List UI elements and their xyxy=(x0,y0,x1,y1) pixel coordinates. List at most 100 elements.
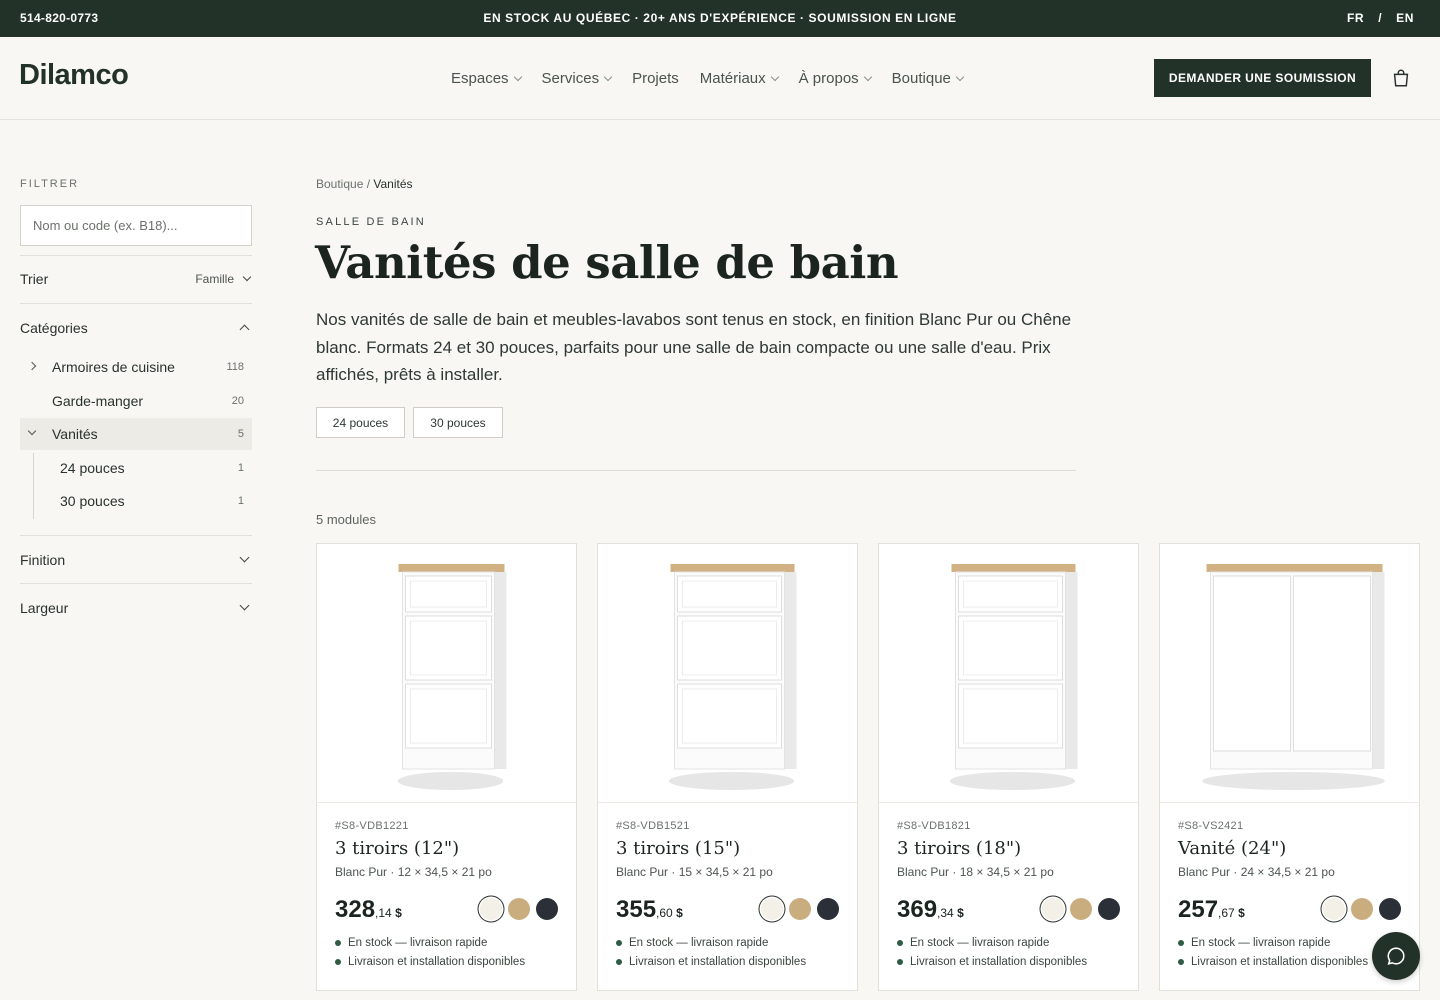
nav-services[interactable]: Services xyxy=(542,70,613,87)
divider xyxy=(316,470,1076,471)
finish-swatch[interactable] xyxy=(1070,898,1092,920)
nav-projets[interactable]: Projets xyxy=(632,70,679,87)
nav-label: Espaces xyxy=(451,70,509,87)
divider xyxy=(20,535,252,536)
product-card[interactable]: #S8-VDB1821 3 tiroirs (18") Blanc Pur · 18… xyxy=(878,543,1139,991)
product-code: #S8-VDB1821 xyxy=(897,820,971,832)
bullet-text: En stock — livraison rapide xyxy=(629,937,769,949)
nav-label: Boutique xyxy=(891,70,951,87)
category-vanites[interactable]: Vanités 5 xyxy=(20,418,252,450)
product-code: #S8-VDB1521 xyxy=(616,820,690,832)
categories-toggle[interactable]: Catégories xyxy=(20,320,88,336)
nav-materiaux[interactable]: Matériaux xyxy=(700,70,779,87)
finish-swatch[interactable] xyxy=(761,898,783,920)
price-integer: 369 xyxy=(897,896,938,923)
chevron-down-icon[interactable] xyxy=(239,552,250,563)
finish-toggle[interactable]: Finition xyxy=(20,552,65,568)
chevron-down-icon[interactable] xyxy=(239,600,250,611)
chip-24-pouces[interactable]: 24 pouces xyxy=(316,407,405,438)
chevron-down-icon xyxy=(242,272,252,282)
product-spec: Blanc Pur · 15 × 34,5 × 21 po xyxy=(616,865,773,879)
nav-espaces[interactable]: Espaces xyxy=(451,70,522,87)
stock-status: En stock — livraison rapide xyxy=(1178,937,1330,949)
price-decimals: ,60 xyxy=(656,906,673,920)
finish-swatches xyxy=(1042,898,1120,920)
finish-swatch[interactable] xyxy=(508,898,530,920)
product-image[interactable] xyxy=(598,544,857,803)
nav-a-propos[interactable]: À propos xyxy=(799,70,872,87)
finish-swatch[interactable] xyxy=(1098,898,1120,920)
chat-icon xyxy=(1387,947,1405,965)
product-card[interactable]: #S8-VDB1521 3 tiroirs (15") Blanc Pur · 15… xyxy=(597,543,858,991)
subcategory-24[interactable]: 24 pouces 1 xyxy=(40,453,252,483)
price-integer: 355 xyxy=(616,896,657,923)
request-quote-button[interactable]: DEMANDER UNE SOUMISSION xyxy=(1154,59,1371,97)
width-toggle[interactable]: Largeur xyxy=(20,600,68,616)
product-name[interactable]: 3 tiroirs (18") xyxy=(897,838,1021,859)
product-code: #S8-VDB1221 xyxy=(335,820,409,832)
lang-fr[interactable]: FR xyxy=(1347,11,1364,25)
lang-en[interactable]: EN xyxy=(1396,11,1414,25)
chevron-down-icon xyxy=(863,72,872,81)
language-switcher: FR / EN xyxy=(1347,11,1414,25)
breadcrumb: Boutique / Vanités xyxy=(316,177,413,191)
finish-swatch[interactable] xyxy=(1351,898,1373,920)
category-garde-manger[interactable]: Garde-manger 20 xyxy=(20,385,252,417)
status-dot-icon xyxy=(335,959,341,965)
finish-swatch[interactable] xyxy=(1042,898,1064,920)
product-name[interactable]: Vanité (24") xyxy=(1178,838,1286,859)
subcategory-30[interactable]: 30 pouces 1 xyxy=(40,486,252,516)
chevron-right-icon xyxy=(27,361,37,371)
finish-swatch[interactable] xyxy=(1379,898,1401,920)
stock-status: En stock — livraison rapide xyxy=(897,937,1049,949)
divider xyxy=(20,303,252,304)
bullet-text: En stock — livraison rapide xyxy=(348,937,488,949)
chat-button[interactable] xyxy=(1372,932,1420,980)
product-name[interactable]: 3 tiroirs (12") xyxy=(335,838,459,859)
product-card[interactable]: #S8-VS2421 Vanité (24") Blanc Pur · 24 × 3… xyxy=(1159,543,1420,991)
finish-swatch[interactable] xyxy=(480,898,502,920)
subcategory-count: 1 xyxy=(237,495,244,507)
price-currency: $ xyxy=(1234,906,1245,920)
chevron-up-icon[interactable] xyxy=(239,324,250,335)
page-description: Nos vanités de salle de bain et meubles-… xyxy=(316,310,1072,384)
product-name[interactable]: 3 tiroirs (15") xyxy=(616,838,740,859)
chip-30-pouces[interactable]: 30 pouces xyxy=(413,407,503,438)
breadcrumb-current: Vanités xyxy=(373,177,413,191)
sort-value: Famille xyxy=(195,272,234,286)
chevron-down-icon xyxy=(770,72,779,81)
product-code: #S8-VS2421 xyxy=(1178,820,1244,832)
status-dot-icon xyxy=(897,940,903,946)
finish-swatch[interactable] xyxy=(1323,898,1345,920)
delivery-status: Livraison et installation disponibles xyxy=(616,956,806,968)
breadcrumb-root[interactable]: Boutique xyxy=(316,177,363,191)
finish-swatch[interactable] xyxy=(789,898,811,920)
product-card[interactable]: #S8-VDB1221 3 tiroirs (12") Blanc Pur · 12… xyxy=(316,543,577,991)
product-image[interactable] xyxy=(1160,544,1419,803)
search-input[interactable] xyxy=(20,205,252,246)
product-price: 257,67 $ xyxy=(1178,896,1245,924)
subcategory-label: 30 pouces xyxy=(60,493,125,509)
product-spec: Blanc Pur · 12 × 34,5 × 21 po xyxy=(335,865,492,879)
category-label: Armoires de cuisine xyxy=(52,359,175,375)
chevron-down-icon xyxy=(513,72,522,81)
product-image[interactable] xyxy=(317,544,576,803)
price-currency: $ xyxy=(953,906,964,920)
price-integer: 328 xyxy=(335,896,376,923)
price-decimals: ,14 xyxy=(375,906,392,920)
logo[interactable]: Dilamco xyxy=(19,59,129,92)
finish-swatch[interactable] xyxy=(536,898,558,920)
finish-swatch[interactable] xyxy=(817,898,839,920)
price-currency: $ xyxy=(391,906,402,920)
cart-icon[interactable] xyxy=(1390,67,1412,89)
category-armoires[interactable]: Armoires de cuisine 118 xyxy=(20,351,252,383)
status-dot-icon xyxy=(335,940,341,946)
product-image[interactable] xyxy=(879,544,1138,803)
nav-boutique[interactable]: Boutique xyxy=(891,70,965,87)
product-spec: Blanc Pur · 18 × 34,5 × 21 po xyxy=(897,865,1054,879)
sort-select[interactable]: Famille xyxy=(195,272,252,286)
chevron-down-icon xyxy=(955,72,965,81)
category-count: 118 xyxy=(226,361,244,373)
divider xyxy=(20,255,252,256)
subcategory-label: 24 pouces xyxy=(60,460,125,476)
